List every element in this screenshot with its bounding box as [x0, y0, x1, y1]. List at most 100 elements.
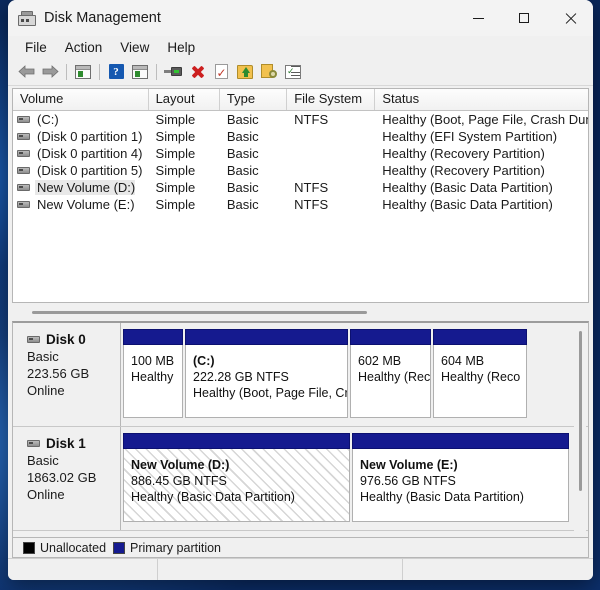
- back-arrow-icon[interactable]: [14, 61, 38, 83]
- type-cell: Basic: [226, 163, 259, 178]
- partition-block[interactable]: 602 MB Healthy (Rec: [350, 329, 431, 418]
- type-cell: Basic: [226, 112, 259, 127]
- disk-info[interactable]: Disk 1 Basic 1863.02 GB Online: [13, 427, 121, 530]
- forward-arrow-icon[interactable]: [38, 61, 62, 83]
- partition-block[interactable]: 100 MB Healthy: [123, 329, 183, 418]
- partition-details: New Volume (D:) 886.45 GB NTFS Healthy (Ba…: [123, 449, 350, 522]
- volume-cell: (C:): [13, 112, 149, 127]
- legend-item: Unallocated: [23, 541, 106, 555]
- menu-file[interactable]: File: [16, 39, 56, 56]
- partition-size: 604 MB: [441, 354, 485, 368]
- disk-size: 1863.02 GB: [27, 470, 97, 485]
- type-cell: Basic: [226, 129, 259, 144]
- partition-details: New Volume (E:) 976.56 GB NTFS Healthy (Ba…: [352, 449, 569, 522]
- partition-color-bar: [433, 329, 527, 345]
- list-view-icon[interactable]: ✓: [281, 61, 305, 83]
- disk-type: Basic: [27, 453, 59, 468]
- partition-color-bar: [352, 433, 569, 449]
- table-row[interactable]: New Volume (E:) Simple Basic NTFS Healthy (B…: [13, 196, 588, 213]
- title-bar[interactable]: Disk Management: [8, 0, 593, 36]
- status-bar: [8, 558, 593, 580]
- menu-view[interactable]: View: [111, 39, 158, 56]
- menu-bar: File Action View Help: [8, 36, 593, 58]
- partition-block[interactable]: New Volume (D:) 886.45 GB NTFS Healthy (Ba…: [123, 433, 350, 522]
- graphical-disk-pane: Disk 0 Basic 223.56 GB Online 100 MB Healthy (…: [12, 321, 589, 538]
- maximize-button[interactable]: [501, 0, 547, 36]
- disk-row: Disk 0 Basic 223.56 GB Online 100 MB Healthy (…: [13, 323, 588, 427]
- partition-size: 886.45 GB NTFS: [131, 474, 227, 488]
- partition-label: (C:): [193, 354, 215, 368]
- minimize-button[interactable]: [455, 0, 501, 36]
- connect-to-another-computer-icon[interactable]: [161, 61, 185, 83]
- volume-cell: (Disk 0 partition 4): [13, 146, 149, 161]
- disk-name-row: Disk 1: [27, 436, 120, 451]
- layout-cell: Simple: [155, 129, 196, 144]
- drive-icon: [27, 440, 40, 447]
- column-header-type[interactable]: Type: [219, 89, 288, 110]
- volume-name: (Disk 0 partition 1): [37, 129, 143, 144]
- drive-icon: [17, 116, 30, 123]
- partition-status: Healthy (Basic Data Partition): [360, 490, 524, 504]
- examine-disk-icon[interactable]: [257, 61, 281, 83]
- table-row[interactable]: (C:) Simple Basic NTFS Healthy (Boot, Page F…: [13, 111, 588, 128]
- partition-block[interactable]: New Volume (E:) 976.56 GB NTFS Healthy (Ba…: [352, 433, 569, 522]
- scrollbar-thumb[interactable]: [579, 331, 582, 491]
- volume-list-horizontal-scrollbar[interactable]: [12, 306, 589, 319]
- show-hide-action-pane-icon[interactable]: [128, 61, 152, 83]
- partition-block[interactable]: 604 MB Healthy (Reco: [433, 329, 527, 418]
- partition-bars: New Volume (D:) 886.45 GB NTFS Healthy (Ba…: [121, 427, 588, 530]
- menu-action[interactable]: Action: [56, 39, 112, 56]
- column-header-status[interactable]: Status: [375, 89, 588, 110]
- close-button[interactable]: [547, 0, 593, 36]
- partition-label: New Volume (D:): [131, 458, 230, 472]
- file-system-cell: NTFS: [294, 112, 329, 127]
- partition-color-bar: [350, 329, 431, 345]
- legend-label: Unallocated: [40, 540, 107, 555]
- partition-color-bar: [185, 329, 348, 345]
- layout-cell: Simple: [155, 163, 196, 178]
- partition-size: 222.28 GB NTFS: [193, 370, 289, 384]
- volume-list-pane: Volume Layout Type File System Status (C…: [12, 88, 589, 303]
- volume-name: (Disk 0 partition 5): [37, 163, 143, 178]
- partition-details: (C:) 222.28 GB NTFS Healthy (Boot, Page Fi…: [185, 345, 348, 418]
- help-icon[interactable]: ?: [104, 61, 128, 83]
- status-cell: Healthy (Recovery Partition): [382, 163, 545, 178]
- partition-label: New Volume (E:): [360, 458, 458, 472]
- disk-type: Basic: [27, 349, 59, 364]
- table-row[interactable]: (Disk 0 partition 1) Simple Basic Healthy (…: [13, 128, 588, 145]
- disk-pane-vertical-scrollbar[interactable]: [574, 327, 586, 533]
- table-row[interactable]: (Disk 0 partition 5) Simple Basic Healthy (…: [13, 162, 588, 179]
- properties-icon[interactable]: ✓: [209, 61, 233, 83]
- volume-cell: (Disk 0 partition 1): [13, 129, 149, 144]
- menu-help[interactable]: Help: [158, 39, 204, 56]
- volume-cell: New Volume (D:): [13, 180, 149, 195]
- partition-status: Healthy (Boot, Page File, Cr: [193, 386, 348, 400]
- status-cell: Healthy (Boot, Page File, Crash Dump, Ba…: [382, 112, 588, 127]
- disk-management-window: Disk Management File Action View Help ?: [8, 0, 593, 580]
- toolbar-separator: [156, 63, 157, 80]
- column-header-volume[interactable]: Volume: [13, 89, 149, 110]
- drive-icon: [17, 150, 30, 157]
- volume-cell: New Volume (E:): [13, 197, 149, 212]
- file-system-cell: NTFS: [294, 180, 329, 195]
- title-bar-left: Disk Management: [8, 10, 161, 26]
- partition-size: 976.56 GB NTFS: [360, 474, 456, 488]
- partition-size: 602 MB: [358, 354, 402, 368]
- legend-label: Primary partition: [130, 540, 222, 555]
- volume-name: New Volume (E:): [37, 197, 135, 212]
- partition-details: 604 MB Healthy (Reco: [433, 345, 527, 418]
- disk-name: Disk 1: [46, 436, 86, 451]
- column-header-file-system[interactable]: File System: [287, 89, 376, 110]
- rescan-disks-icon[interactable]: [233, 61, 257, 83]
- toolbar-separator: [66, 63, 67, 80]
- delete-icon[interactable]: [185, 61, 209, 83]
- table-row[interactable]: (Disk 0 partition 4) Simple Basic Healthy (…: [13, 145, 588, 162]
- type-cell: Basic: [226, 197, 259, 212]
- partition-block[interactable]: (C:) 222.28 GB NTFS Healthy (Boot, Page Fi…: [185, 329, 348, 418]
- disk-info[interactable]: Disk 0 Basic 223.56 GB Online: [13, 323, 121, 426]
- disk-state: Online: [27, 383, 65, 398]
- column-header-layout[interactable]: Layout: [148, 89, 220, 110]
- scrollbar-thumb[interactable]: [32, 311, 367, 314]
- table-row[interactable]: New Volume (D:) Simple Basic NTFS Healthy (B…: [13, 179, 588, 196]
- show-hide-console-tree-icon[interactable]: [71, 61, 95, 83]
